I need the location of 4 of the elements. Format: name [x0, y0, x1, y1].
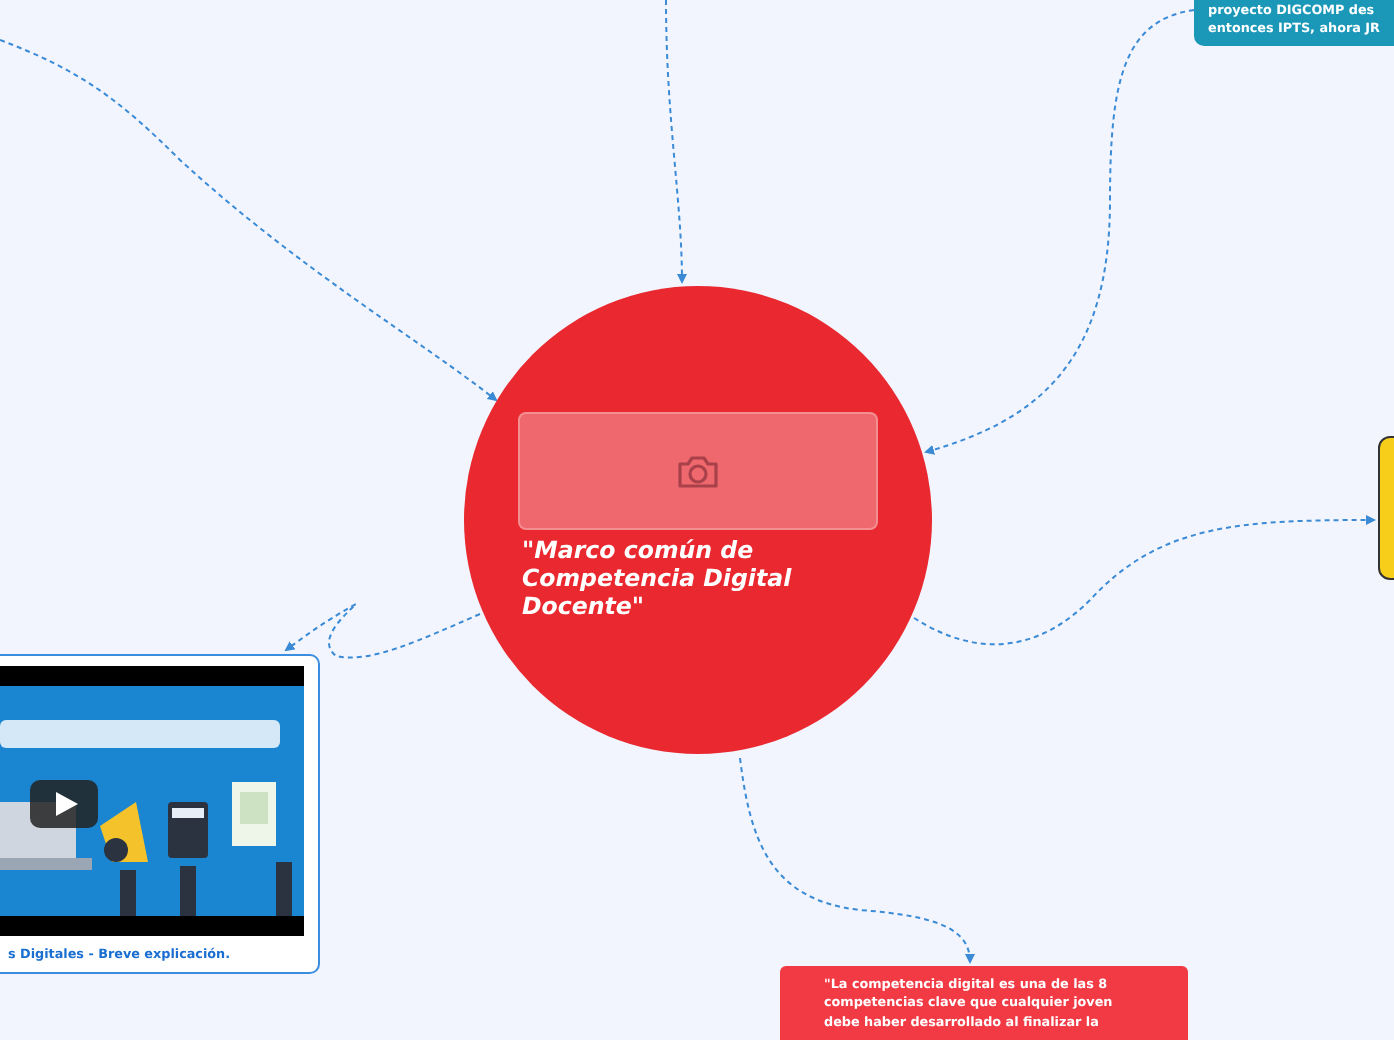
camera-icon: [676, 453, 720, 489]
play-icon[interactable]: [30, 780, 98, 828]
central-topic[interactable]: "Marco común de Competencia Digital Docente": [464, 286, 932, 754]
central-title: "Marco común de Competencia Digital Docente": [520, 536, 794, 620]
